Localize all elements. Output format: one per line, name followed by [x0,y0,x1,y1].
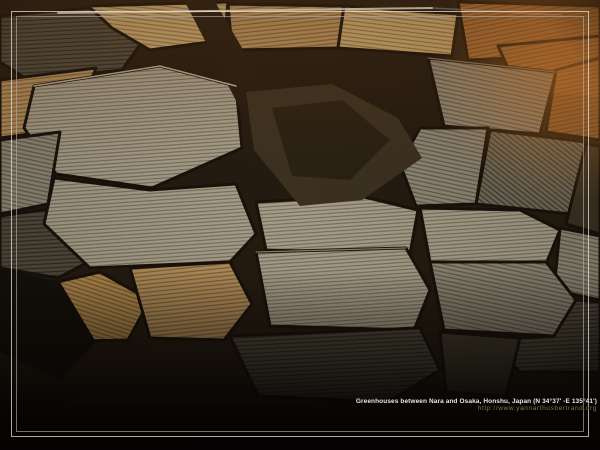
caption-url: http://www.yannarthusbertrand.org [356,405,597,412]
wallpaper: Greenhouses between Nara and Osaka, Hons… [0,0,600,450]
aerial-photo-svg [0,0,600,450]
caption-title: Greenhouses between Nara and Osaka, Hons… [356,398,597,405]
vignette [0,0,600,450]
caption: Greenhouses between Nara and Osaka, Hons… [356,398,597,412]
